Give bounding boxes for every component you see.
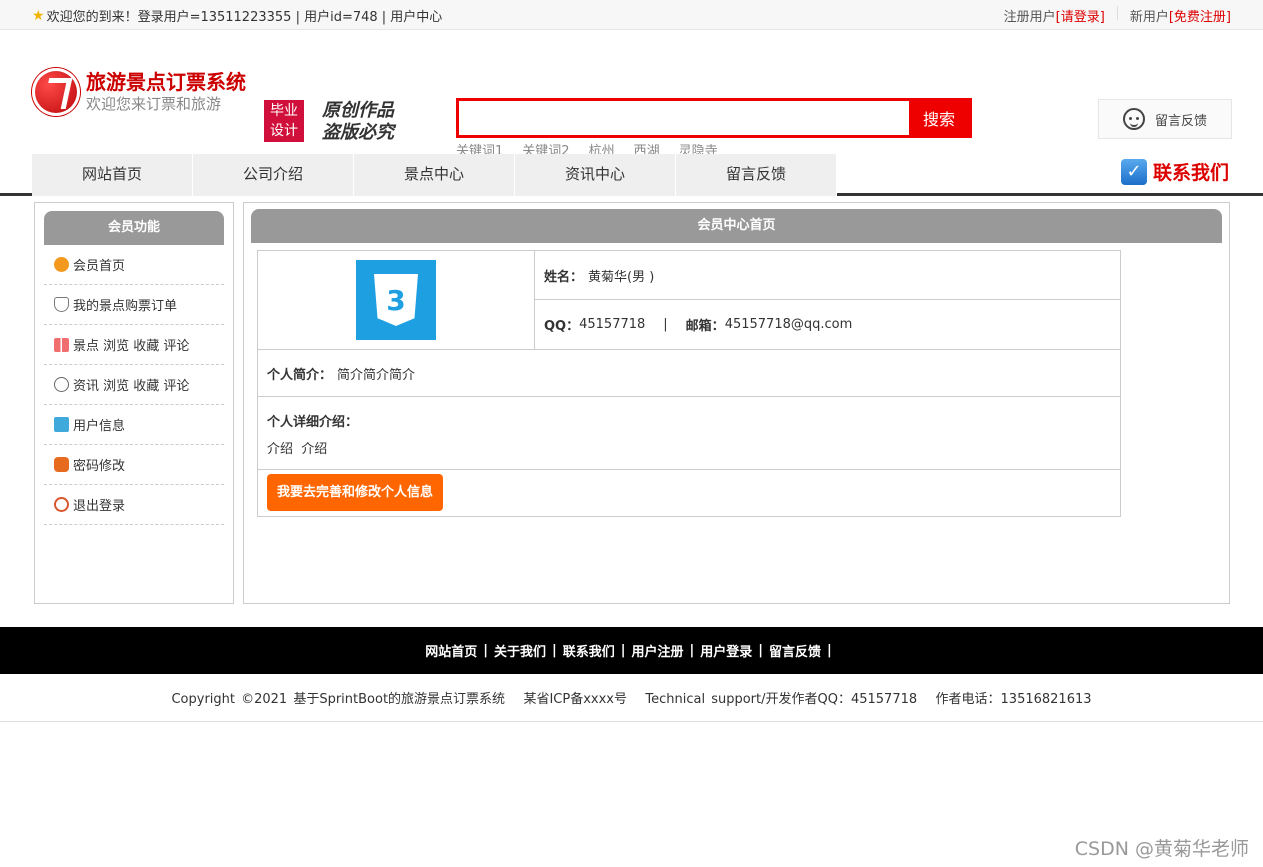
avatar-cell: 3 — [258, 251, 535, 349]
user-info-icon — [54, 417, 69, 432]
profile-table: 3 姓名： 黄菊华(男 ) QQ： 45157718 | 邮箱： 4515771… — [257, 250, 1121, 517]
contact-label: 联系我们 — [1152, 162, 1229, 184]
logo-icon — [32, 68, 80, 116]
contact-row: QQ： 45157718 | 邮箱： 45157718@qq.com — [544, 317, 853, 334]
css3-logo-icon: 3 — [374, 274, 418, 326]
power-icon — [54, 497, 69, 512]
search-button[interactable]: 搜索 — [909, 101, 969, 135]
footer-link-register[interactable]: 用户注册 — [632, 641, 684, 660]
watermark: CSDN @黄菊华老师 — [1074, 838, 1249, 860]
sidebar-item-news[interactable]: 资讯 浏览 收藏 评论 — [44, 365, 224, 405]
nav-feedback[interactable]: 留言反馈 — [676, 154, 837, 196]
member-center: 会员中心首页 3 姓名： 黄菊华(男 ) QQ： 45157718 | 邮箱： … — [243, 202, 1230, 604]
user-name: 黄菊华(男 ) — [588, 269, 655, 285]
edit-profile-button[interactable]: 我要去完善和修改个人信息 — [267, 474, 444, 511]
phone-icon: ✓ — [1120, 158, 1147, 185]
sidebar-item-password[interactable]: 密码修改 — [44, 445, 224, 485]
footer-nav: 网站首页 | 关于我们 | 联系我们 | 用户注册 | 用户登录 | 留言反馈 | — [0, 627, 1263, 674]
divider — [1116, 6, 1118, 20]
sidebar-item-logout[interactable]: 退出登录 — [44, 485, 224, 525]
sidebar-item-attractions[interactable]: 景点 浏览 收藏 评论 — [44, 325, 224, 365]
feedback-button[interactable]: 留言反馈 — [1098, 99, 1232, 139]
member-sidebar: 会员功能 会员首页 我的景点购票订单 景点 浏览 收藏 评论 资讯 浏览 收藏 … — [34, 202, 234, 604]
avatar: 3 — [356, 260, 436, 340]
nav-news[interactable]: 资讯中心 — [515, 154, 676, 196]
welcome-area: ★ 欢迎您的到来！登录用户=13511223355 | 用户id=748 | 用… — [32, 6, 443, 26]
main-nav: 网站首页 公司介绍 景点中心 资讯中心 留言反馈 ✓ 联系我们 — [0, 154, 1263, 196]
contact-us[interactable]: ✓ 联系我们 — [1120, 158, 1229, 185]
login-link[interactable]: [请登录] — [1056, 6, 1105, 25]
footer-link-about[interactable]: 关于我们 — [494, 641, 546, 660]
search-input[interactable] — [459, 101, 909, 135]
intro-row: 个人简介： 简介简介简介 — [258, 350, 1120, 397]
star-icon: ★ — [32, 7, 45, 24]
order-icon — [54, 297, 69, 312]
account-links: 注册用户 [请登录] 新用户 [免费注册] — [1004, 6, 1231, 25]
register-prefix: 注册用户 — [1003, 10, 1056, 25]
footer-link-login[interactable]: 用户登录 — [700, 641, 752, 660]
logo-subtitle: 欢迎您来订票和旅游 — [86, 95, 222, 113]
name-row: 姓名： 黄菊华(男 ) — [535, 251, 1120, 300]
footer-link-home[interactable]: 网站首页 — [425, 641, 477, 660]
site-header: 旅游景点订票系统 欢迎您来订票和旅游 毕业 设计 原创作品 盗版必究 搜索 关键… — [0, 30, 1263, 159]
site-logo[interactable]: 旅游景点订票系统 欢迎您来订票和旅游 — [32, 68, 246, 116]
detail-row: 个人详细介绍： 介绍 介绍 — [258, 397, 1120, 470]
nav-attractions[interactable]: 景点中心 — [354, 154, 515, 196]
qq-value: 45157718 — [579, 317, 646, 332]
copyright: Copyright ©2021 基于SprintBoot的旅游景点订票系统 某省… — [171, 692, 1092, 707]
detail-value: 介绍 介绍 — [267, 442, 328, 457]
footer-link-feedback[interactable]: 留言反馈 — [769, 641, 821, 660]
logo-title: 旅游景点订票系统 — [86, 70, 246, 94]
nav-home[interactable]: 网站首页 — [32, 154, 193, 196]
sidebar-item-user-info[interactable]: 用户信息 — [44, 405, 224, 445]
customer-service-icon — [1122, 108, 1145, 130]
grid-icon — [54, 337, 69, 352]
new-user-label: 新用户 — [1129, 10, 1169, 25]
clock-icon — [54, 377, 69, 392]
nav-company[interactable]: 公司介绍 — [193, 154, 354, 196]
sidebar-title: 会员功能 — [44, 211, 224, 245]
slogan: 原创作品 盗版必究 — [322, 100, 394, 143]
footer-link-contact[interactable]: 联系我们 — [563, 641, 615, 660]
top-bar: ★ 欢迎您的到来！登录用户=13511223355 | 用户id=748 | 用… — [0, 0, 1263, 30]
email-value: 45157718@qq.com — [724, 317, 853, 332]
sidebar-item-member-home[interactable]: 会员首页 — [44, 245, 224, 285]
signup-link[interactable]: [免费注册] — [1169, 6, 1231, 25]
feedback-label: 留言反馈 — [1154, 113, 1207, 129]
intro-value: 简介简介简介 — [337, 367, 416, 383]
search-bar: 搜索 — [456, 98, 972, 138]
graduation-badge: 毕业 设计 — [264, 100, 304, 142]
sidebar-item-orders[interactable]: 我的景点购票订单 — [44, 285, 224, 325]
content-title: 会员中心首页 — [251, 209, 1222, 243]
footer-divider — [0, 721, 1263, 722]
home-icon — [54, 257, 69, 272]
main-area: 会员功能 会员首页 我的景点购票订单 景点 浏览 收藏 评论 资讯 浏览 收藏 … — [0, 196, 1263, 616]
welcome-text: 欢迎您的到来！登录用户=13511223355 | 用户id=748 | 用户中… — [46, 10, 443, 25]
lock-icon — [54, 457, 69, 472]
